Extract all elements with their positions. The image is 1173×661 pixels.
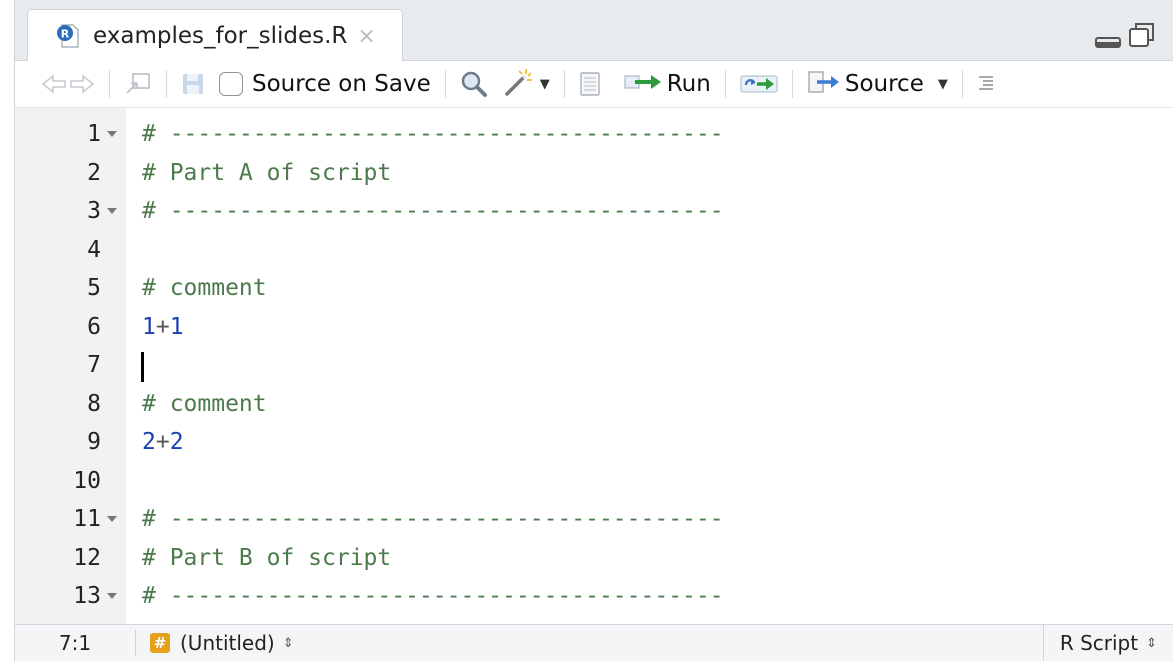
rerun-icon[interactable] xyxy=(740,73,778,95)
toolbar-divider xyxy=(961,70,963,98)
source-button[interactable]: Source ▼ xyxy=(807,69,948,99)
code-line[interactable]: 10 xyxy=(15,462,1173,501)
editor-toolbar: Source on Save ▼ Run Source ▼ xyxy=(15,61,1173,108)
updown-icon: ⇕ xyxy=(1146,635,1157,651)
forward-icon[interactable] xyxy=(69,73,95,95)
toolbar-divider xyxy=(109,70,110,98)
source-arrow-icon xyxy=(807,69,841,99)
run-button[interactable]: Run xyxy=(623,71,711,97)
code-line[interactable]: 9 2+2 xyxy=(15,423,1173,462)
maximize-icon[interactable] xyxy=(1129,22,1155,52)
line-number: 3 xyxy=(87,198,101,224)
line-number: 2 xyxy=(87,159,101,186)
number-token: 1 xyxy=(169,313,184,340)
search-icon[interactable] xyxy=(460,70,488,98)
status-bar: 7:1 # (Untitled) ⇕ R Script ⇕ xyxy=(15,624,1173,661)
source-label: Source xyxy=(844,71,924,97)
code-line[interactable]: 13 # ------------------------------------… xyxy=(15,577,1173,616)
source-on-save-checkbox[interactable] xyxy=(219,72,243,96)
code-text: # Part A of script xyxy=(142,159,392,186)
minimize-icon[interactable] xyxy=(1095,33,1121,52)
document-outline-icon[interactable] xyxy=(977,73,995,95)
magic-wand-icon xyxy=(504,67,534,101)
number-token: 2 xyxy=(169,429,184,455)
toolbar-divider xyxy=(724,70,726,98)
code-line[interactable]: 6 1+1 xyxy=(15,308,1173,347)
line-number: 5 xyxy=(87,275,101,301)
code-text: # --------------------------------------… xyxy=(142,198,724,224)
number-token: 1 xyxy=(142,313,156,340)
line-number: 10 xyxy=(73,467,101,494)
show-in-window-icon[interactable] xyxy=(124,71,152,97)
line-number: 7 xyxy=(87,352,101,378)
code-line[interactable]: 11 # ------------------------------------… xyxy=(15,500,1173,539)
chevron-down-icon: ▼ xyxy=(539,76,550,92)
toolbar-divider xyxy=(563,70,565,98)
back-icon[interactable] xyxy=(41,73,67,95)
line-number: 6 xyxy=(87,313,101,340)
line-number: 13 xyxy=(73,583,101,609)
fold-chevron-icon[interactable] xyxy=(107,131,117,137)
code-text: 1+1 xyxy=(142,308,184,347)
save-icon[interactable] xyxy=(181,72,205,96)
code-text: 2+2 xyxy=(142,423,184,462)
fold-chevron-icon[interactable] xyxy=(107,516,117,522)
source-on-save-label: Source on Save xyxy=(252,71,431,97)
code-line[interactable]: 2 # Part A of script xyxy=(15,154,1173,193)
chevron-down-icon[interactable]: ▼ xyxy=(938,77,948,92)
close-tab-icon[interactable]: × xyxy=(357,24,375,49)
text-cursor xyxy=(141,352,144,382)
toolbar-divider xyxy=(791,70,793,98)
code-text: # --------------------------------------… xyxy=(142,506,724,532)
code-text: # --------------------------------------… xyxy=(142,583,724,609)
code-text: # comment xyxy=(142,390,267,417)
code-line[interactable]: 5 # comment xyxy=(15,269,1173,308)
cursor-position: 7:1 xyxy=(58,631,92,655)
editor-tab[interactable]: R examples_for_slides.R × xyxy=(27,9,403,62)
code-tools-button[interactable]: ▼ xyxy=(504,67,550,101)
line-number: 1 xyxy=(87,121,101,147)
file-type-selector[interactable]: R Script ⇕ xyxy=(1042,625,1173,661)
code-line[interactable]: 4 xyxy=(15,231,1173,270)
code-text: # --------------------------------------… xyxy=(142,121,724,147)
section-hash-icon: # xyxy=(150,633,170,653)
section-label: (Untitled) xyxy=(180,631,275,655)
section-navigator[interactable]: # (Untitled) ⇕ xyxy=(136,631,294,655)
run-arrow-icon xyxy=(623,71,663,97)
line-number: 12 xyxy=(73,544,101,571)
source-on-save-toggle[interactable]: Source on Save xyxy=(219,71,431,97)
code-line[interactable]: 1 # -------------------------------------… xyxy=(15,115,1173,154)
tab-title: examples_for_slides.R xyxy=(93,23,348,49)
line-number: 8 xyxy=(87,390,101,417)
fold-chevron-icon[interactable] xyxy=(107,593,117,599)
operator-token: + xyxy=(155,313,170,340)
source-editor-pane: R examples_for_slides.R × Source on Save… xyxy=(14,0,1173,661)
code-text: # Part B of script xyxy=(142,544,392,571)
code-line[interactable]: 12 # Part B of script xyxy=(15,539,1173,578)
window-controls xyxy=(1095,22,1155,52)
code-editor[interactable]: 1 # -------------------------------------… xyxy=(15,108,1173,624)
compile-report-icon[interactable] xyxy=(579,71,601,97)
line-number: 9 xyxy=(87,429,101,455)
svg-text:R: R xyxy=(61,28,70,41)
code-line[interactable]: 7 xyxy=(15,346,1173,385)
line-number: 11 xyxy=(73,506,101,532)
toolbar-divider xyxy=(166,70,167,98)
run-label: Run xyxy=(666,71,711,97)
line-number: 4 xyxy=(87,236,101,263)
code-text: # comment xyxy=(142,275,267,301)
tab-strip: R examples_for_slides.R × xyxy=(15,0,1173,62)
fold-chevron-icon[interactable] xyxy=(107,208,117,214)
r-file-icon: R xyxy=(56,23,82,49)
updown-icon: ⇕ xyxy=(282,635,294,651)
code-line[interactable]: 3 # -------------------------------------… xyxy=(15,192,1173,231)
operator-token: + xyxy=(155,429,170,455)
number-token: 2 xyxy=(142,429,156,455)
code-line[interactable]: 8 # comment xyxy=(15,385,1173,424)
toolbar-divider xyxy=(444,70,446,98)
file-type-label: R Script xyxy=(1059,631,1139,655)
